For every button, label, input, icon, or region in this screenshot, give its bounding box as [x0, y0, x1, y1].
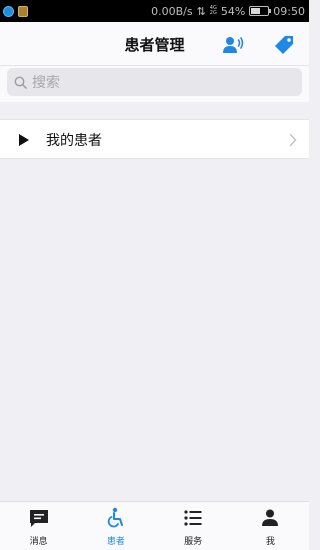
status-bar-right: 0.00B/s ⇅ 4G 2G 54% 09:50 [151, 5, 305, 18]
screen: 0.00B/s ⇅ 4G 2G 54% 09:50 患者管理 搜索 我的患者 消… [0, 0, 309, 550]
sync-icon: ⇅ [196, 4, 206, 18]
signal-icon: 4G 2G [210, 6, 217, 16]
page-title: 患者管理 [124, 36, 185, 54]
chevron-right-icon [289, 133, 297, 147]
tag-button[interactable] [273, 34, 295, 56]
tab-label: 我 [265, 537, 275, 547]
list-item-label: 我的患者 [46, 133, 102, 149]
tab-bar: 消息 患者 服务 我 [0, 501, 309, 550]
search-placeholder: 搜索 [32, 75, 60, 91]
notification-app-icon [3, 5, 14, 17]
tag-icon [275, 36, 293, 54]
list-item-my-patients[interactable]: 我的患者 [0, 119, 309, 159]
play-icon [19, 134, 29, 146]
tab-services[interactable]: 服务 [155, 502, 232, 550]
status-bar: 0.00B/s ⇅ 4G 2G 54% 09:50 [0, 0, 309, 22]
wheelchair-icon [107, 507, 123, 528]
nav-header: 患者管理 [0, 22, 309, 66]
voice-icon [223, 37, 244, 53]
tab-patients[interactable]: 患者 [77, 502, 154, 550]
voice-button[interactable] [222, 34, 244, 56]
chat-icon [29, 510, 48, 527]
battery-icon [249, 6, 272, 16]
person-icon [262, 509, 279, 526]
tab-messages[interactable]: 消息 [0, 502, 77, 550]
search-input[interactable]: 搜索 [7, 68, 302, 96]
status-bar-left [3, 5, 28, 17]
tab-label: 患者 [106, 537, 125, 547]
battery-fill [251, 8, 260, 14]
tab-label: 服务 [184, 537, 203, 547]
search-icon [14, 76, 27, 89]
tab-me[interactable]: 我 [232, 502, 309, 550]
battery-percent: 54% [220, 4, 246, 18]
clock: 09:50 [273, 4, 305, 18]
list-icon [184, 510, 202, 526]
search-bar-container: 搜索 [0, 66, 309, 102]
signal-label: 2G [209, 10, 217, 16]
tab-label: 消息 [29, 537, 48, 547]
notification-app-icon [18, 5, 28, 17]
network-speed: 0.00B/s [151, 4, 193, 18]
